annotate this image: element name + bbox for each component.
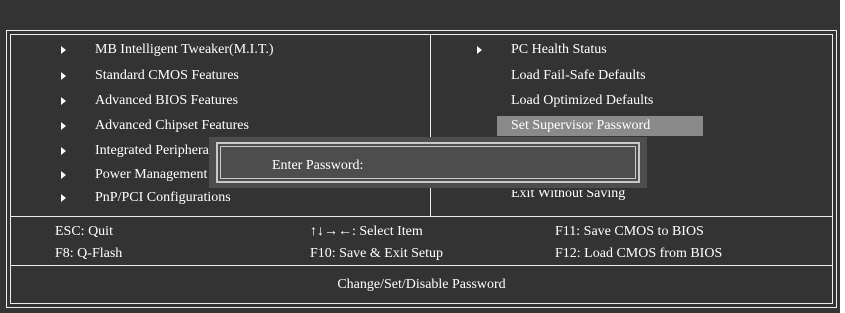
key-hint-f11: F11: Save CMOS to BIOS — [555, 224, 704, 239]
key-hint-f10: F10: Save & Exit Setup — [310, 246, 443, 261]
password-input[interactable]: Enter Password: — [220, 146, 636, 179]
menu-item-label: Load Fail-Safe Defaults — [511, 68, 646, 83]
key-hint-esc: ESC: Quit — [55, 224, 113, 239]
password-prompt: Enter Password: — [272, 158, 364, 173]
arrow-right-icon — [477, 46, 482, 54]
divider-keys-status — [10, 265, 833, 266]
menu-item-pnp-pci[interactable]: PnP/PCI Configurations — [55, 188, 425, 208]
key-hint-select: ↑↓→←: Select Item — [310, 224, 423, 239]
arrow-right-icon — [61, 97, 66, 105]
divider-menu-keys — [10, 216, 833, 217]
menu-item-label: PC Health Status — [511, 42, 607, 57]
menu-item-label: Load Optimized Defaults — [511, 93, 654, 108]
key-hint-f8: F8: Q-Flash — [55, 246, 123, 261]
menu-item-advanced-bios[interactable]: Advanced BIOS Features — [55, 91, 425, 111]
status-bar-text: Change/Set/Disable Password — [337, 277, 506, 292]
menu-item-exit-without-saving[interactable]: Exit Without Saving — [511, 190, 651, 202]
menu-item-pc-health[interactable]: PC Health Status — [475, 40, 805, 60]
arrow-right-icon — [61, 194, 66, 202]
menu-item-advanced-chipset[interactable]: Advanced Chipset Features — [55, 116, 425, 136]
arrow-right-icon — [61, 46, 66, 54]
menu-item-load-optimized[interactable]: Load Optimized Defaults — [475, 91, 805, 111]
password-dialog-border: Enter Password: — [216, 142, 640, 183]
menu-item-label: Standard CMOS Features — [95, 68, 239, 83]
menu-item-label: PnP/PCI Configurations — [95, 190, 231, 205]
menu-item-label: Advanced Chipset Features — [95, 118, 249, 133]
password-dialog: Enter Password: — [209, 137, 647, 188]
menu-item-label: Integrated Peripherals — [95, 143, 219, 158]
arrow-right-icon — [61, 122, 66, 130]
key-hint-f12: F12: Load CMOS from BIOS — [555, 246, 723, 261]
menu-item-label: Set Supervisor Password — [511, 118, 651, 133]
arrow-right-icon — [61, 72, 66, 80]
menu-item-load-fail-safe[interactable]: Load Fail-Safe Defaults — [475, 66, 805, 86]
menu-item-label: Exit Without Saving — [511, 190, 626, 201]
menu-item-label: Advanced BIOS Features — [95, 93, 239, 108]
column-divider — [430, 34, 431, 216]
bios-screen: MB Intelligent Tweaker(M.I.T.) Standard … — [0, 0, 840, 313]
menu-item-standard-cmos[interactable]: Standard CMOS Features — [55, 66, 425, 86]
arrow-right-icon — [61, 171, 66, 179]
arrow-right-icon — [61, 147, 66, 155]
menu-item-mit[interactable]: MB Intelligent Tweaker(M.I.T.) — [55, 40, 425, 60]
menu-item-set-supervisor-password[interactable]: Set Supervisor Password — [497, 116, 703, 136]
menu-item-label: MB Intelligent Tweaker(M.I.T.) — [95, 42, 274, 57]
